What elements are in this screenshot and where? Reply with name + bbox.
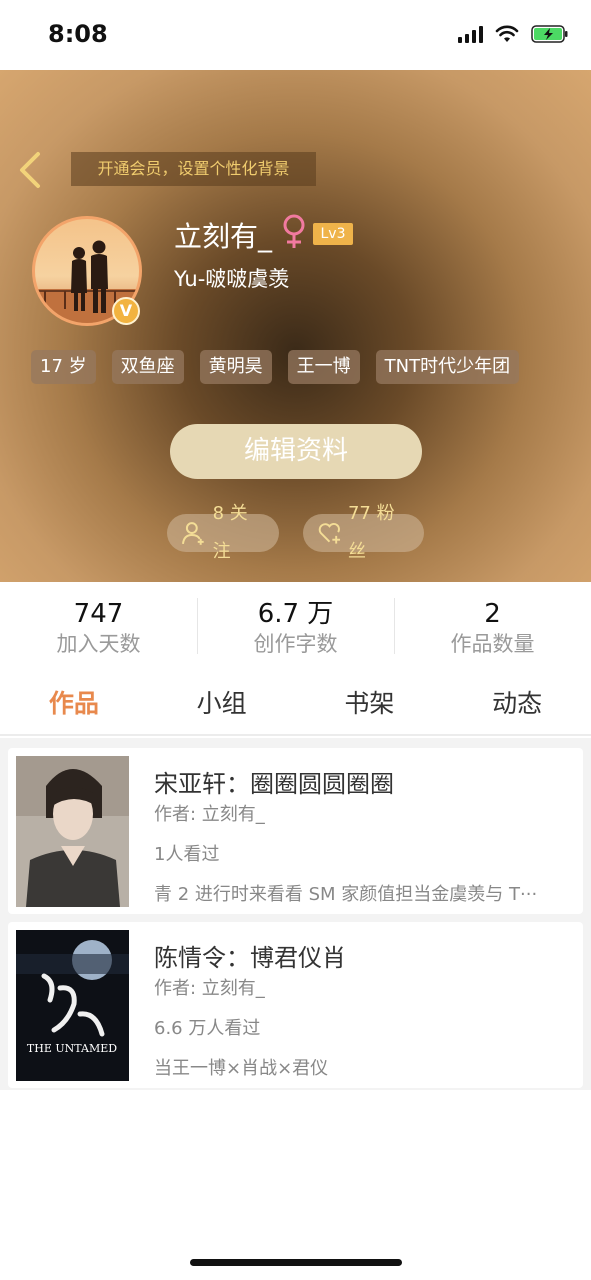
works-list: 宋亚轩：圈圈圆圆圈圈 作者: 立刻有_ 1人看过 青 2 进行时来看看 SM 家… xyxy=(0,738,591,1090)
heart-plus-icon xyxy=(318,523,341,544)
work-title: 宋亚轩：圈圈圆圆圈圈 xyxy=(154,770,394,798)
stat-works-count: 2 作品数量 xyxy=(394,582,591,670)
following-button[interactable]: 8 关注 xyxy=(167,503,279,562)
username: 立刻有_ xyxy=(174,220,273,253)
tag-idol-2: 王一博 xyxy=(287,350,360,384)
profile-header: 开通会员，设置个性化背景 V 立刻有_ Lv3 Yu-啵啵虞羡 17 岁 双鱼座… xyxy=(0,70,591,582)
wifi-icon xyxy=(495,25,519,43)
stat-label: 加入天数 xyxy=(56,632,141,656)
work-title: 陈情令：博君仪肖 xyxy=(154,944,346,972)
profile-tabs: 作品 小组 书架 动态 xyxy=(0,676,591,736)
tag-group: TNT时代少年团 xyxy=(375,350,520,384)
work-cover-image: THE UNTAMED xyxy=(16,930,129,1081)
battery-charging-icon xyxy=(531,24,569,44)
tag-zodiac: 双鱼座 xyxy=(111,350,184,384)
edit-profile-button[interactable]: 编辑资料 xyxy=(170,424,422,479)
list-item[interactable]: 宋亚轩：圈圈圆圆圈圈 作者: 立刻有_ 1人看过 青 2 进行时来看看 SM 家… xyxy=(8,748,583,914)
status-bar: 8:08 xyxy=(0,0,591,70)
work-description: 当王一博×肖战×君仪 xyxy=(154,1058,329,1079)
work-views: 1人看过 xyxy=(154,844,220,865)
signal-icon xyxy=(458,25,483,43)
tab-bookshelf[interactable]: 书架 xyxy=(296,676,444,734)
tag-idol-1: 黄明昊 xyxy=(199,350,272,384)
stat-label: 作品数量 xyxy=(450,632,535,656)
fans-label: 77 粉丝 xyxy=(347,503,395,562)
stat-value: 747 xyxy=(73,599,124,629)
tab-activity[interactable]: 动态 xyxy=(443,676,591,734)
status-icons xyxy=(458,24,569,44)
profile-tags: 17 岁 双鱼座 黄明昊 王一博 TNT时代少年团 xyxy=(31,350,520,384)
stat-value: 2 xyxy=(484,599,501,629)
female-gender-icon xyxy=(280,213,308,255)
cover-text: THE UNTAMED xyxy=(27,1042,117,1055)
vip-background-banner[interactable]: 开通会员，设置个性化背景 xyxy=(71,152,316,186)
back-arrow-icon[interactable] xyxy=(14,150,44,190)
vip-v-badge: V xyxy=(112,297,140,325)
status-time: 8:08 xyxy=(48,20,108,48)
fans-button[interactable]: 77 粉丝 xyxy=(303,503,424,562)
stat-word-count: 6.7 万 创作字数 xyxy=(197,582,394,670)
tab-groups[interactable]: 小组 xyxy=(148,676,296,734)
stat-label: 创作字数 xyxy=(253,632,338,656)
add-user-icon xyxy=(181,522,204,545)
tag-age: 17 岁 xyxy=(31,350,96,384)
work-description: 青 2 进行时来看看 SM 家颜值担当金虞羡与 T··· xyxy=(154,884,538,905)
work-cover-image xyxy=(16,756,129,907)
following-label: 8 关注 xyxy=(212,503,248,562)
list-item[interactable]: THE UNTAMED 陈情令：博君仪肖 作者: 立刻有_ 6.6 万人看过 当… xyxy=(8,922,583,1088)
work-author: 作者: 立刻有_ xyxy=(154,804,265,825)
profile-stats: 747 加入天数 6.7 万 创作字数 2 作品数量 xyxy=(0,582,591,670)
stat-days-joined: 747 加入天数 xyxy=(0,582,197,670)
stat-value: 6.7 万 xyxy=(257,599,334,629)
level-badge: Lv3 xyxy=(313,223,353,245)
work-author: 作者: 立刻有_ xyxy=(154,978,265,999)
tab-works[interactable]: 作品 xyxy=(0,676,148,734)
work-views: 6.6 万人看过 xyxy=(154,1018,261,1039)
profile-subname: Yu-啵啵虞羡 xyxy=(174,267,290,291)
home-indicator[interactable] xyxy=(190,1259,402,1266)
